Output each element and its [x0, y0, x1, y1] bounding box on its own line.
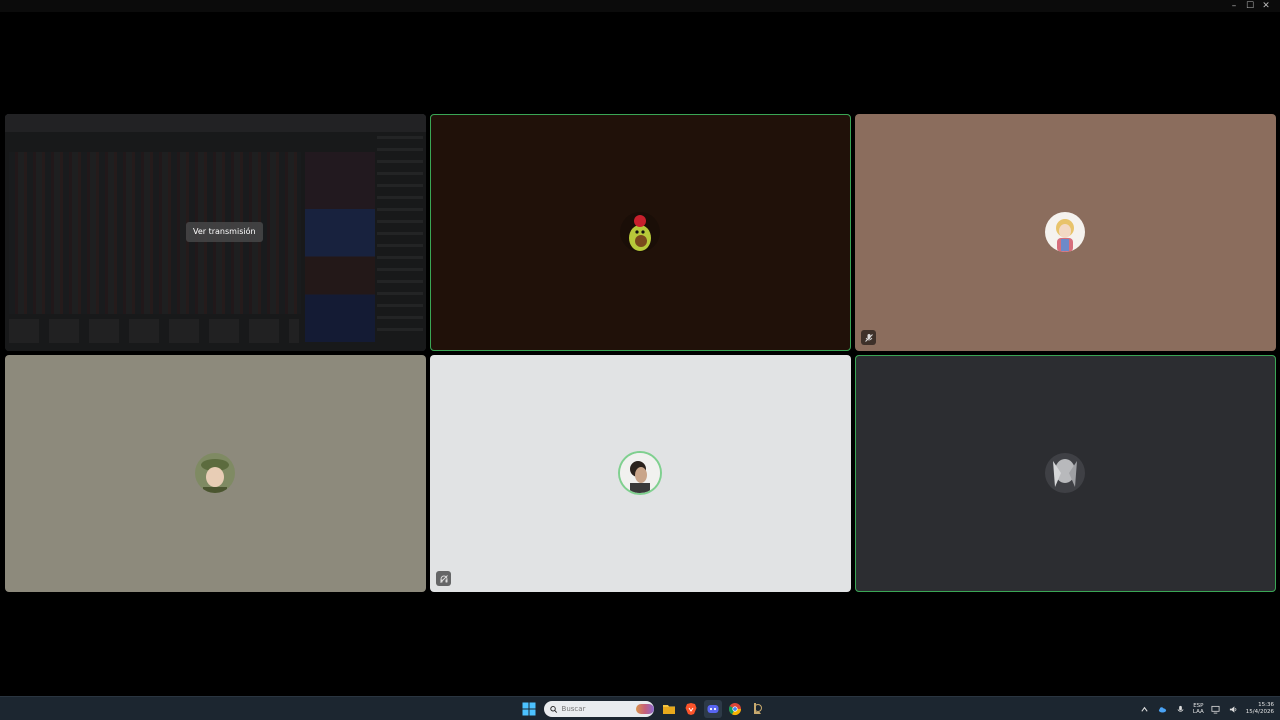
- window-controls: – ☐ ✕: [1226, 1, 1274, 11]
- minimize-button[interactable]: –: [1226, 1, 1242, 11]
- watch-stream-button[interactable]: Ver transmisión: [186, 222, 263, 242]
- person-hat-avatar: [195, 453, 235, 493]
- clock-time: 15:36: [1258, 702, 1274, 708]
- participant-tile[interactable]: [5, 355, 426, 592]
- participant-tile[interactable]: [430, 355, 851, 592]
- window-titlebar: – ☐ ✕: [0, 0, 1280, 12]
- avocado-avatar: [620, 212, 660, 252]
- muted-mic-icon: [861, 330, 876, 345]
- onedrive-icon[interactable]: [1157, 703, 1169, 715]
- search-icon: [550, 705, 558, 713]
- chrome-icon[interactable]: [726, 700, 744, 718]
- headphones-off-icon: [436, 571, 451, 586]
- search-input[interactable]: [561, 705, 632, 713]
- chevron-up-icon[interactable]: [1139, 703, 1151, 715]
- search-highlight-image: [635, 704, 654, 714]
- taskbar-clock[interactable]: 15:36 15/4/2026: [1246, 702, 1274, 716]
- windows-start-icon[interactable]: [520, 700, 538, 718]
- close-button[interactable]: ✕: [1258, 1, 1274, 11]
- keyboard-layout: LAA: [1192, 709, 1204, 715]
- discord-icon[interactable]: [704, 700, 722, 718]
- call-stage: Ver transmisión: [0, 12, 1280, 696]
- clock-date: 15/4/2026: [1245, 709, 1274, 715]
- anime-girl-avatar: [1045, 212, 1085, 252]
- league-client-icon[interactable]: [748, 700, 766, 718]
- participant-tile[interactable]: [430, 114, 851, 351]
- microphone-icon[interactable]: [1175, 703, 1187, 715]
- brave-browser-icon[interactable]: [682, 700, 700, 718]
- stream-tile[interactable]: Ver transmisión: [5, 114, 426, 351]
- grey-figure-avatar: [1045, 453, 1085, 493]
- system-tray: ESP LAA 15:36 15/4/2026: [1139, 699, 1274, 719]
- taskbar-center: [520, 699, 766, 719]
- input-language[interactable]: ESP LAA: [1193, 703, 1204, 716]
- participant-tile[interactable]: [855, 355, 1276, 592]
- volume-icon[interactable]: [1228, 703, 1240, 715]
- participant-tile[interactable]: [855, 114, 1276, 351]
- taskbar: ESP LAA 15:36 15/4/2026: [0, 696, 1280, 720]
- person-profile-avatar: [620, 453, 660, 493]
- network-icon[interactable]: [1210, 703, 1222, 715]
- file-explorer-icon[interactable]: [660, 700, 678, 718]
- taskbar-search[interactable]: [544, 701, 654, 717]
- maximize-button[interactable]: ☐: [1242, 1, 1258, 11]
